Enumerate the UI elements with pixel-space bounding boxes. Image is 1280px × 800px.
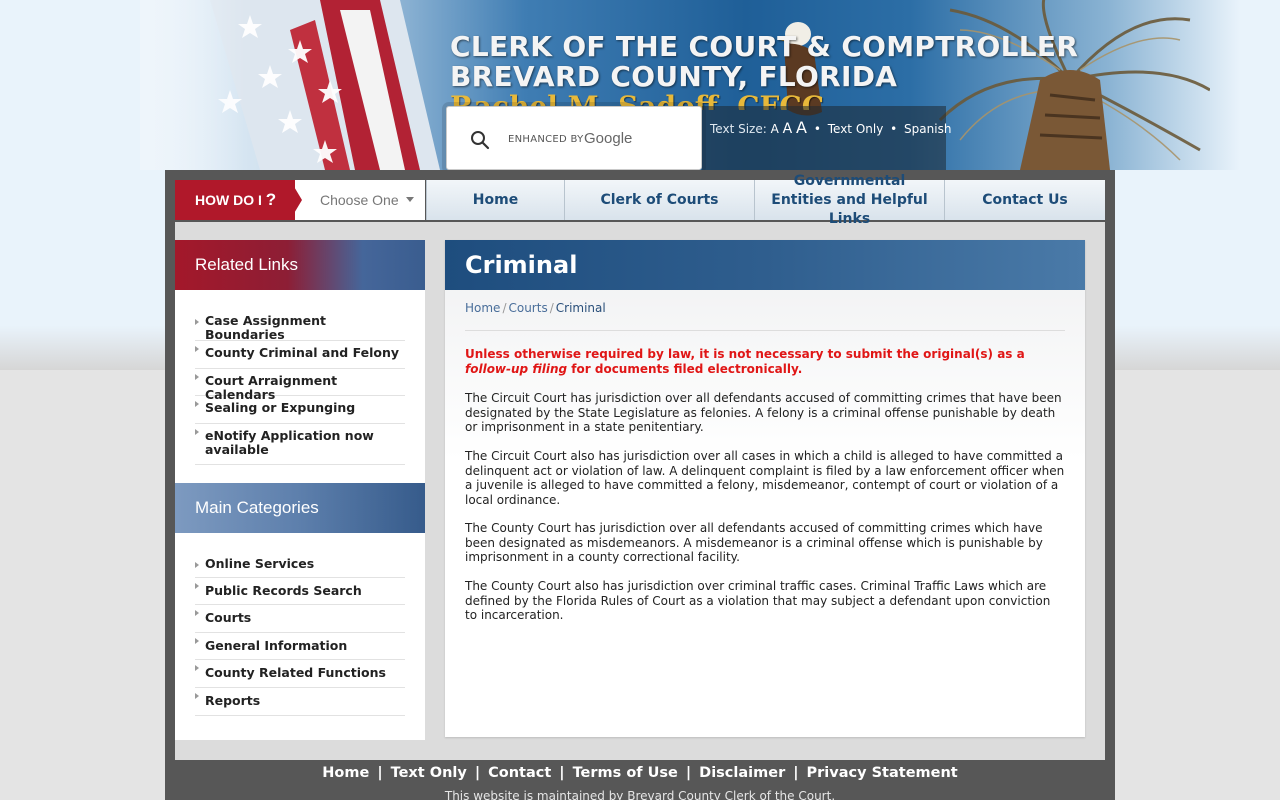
accessibility-toolbar bbox=[702, 106, 946, 170]
related-links-list: Case Assignment Boundaries County Crimin… bbox=[195, 314, 405, 465]
chevron-down-icon[interactable] bbox=[406, 197, 414, 202]
footer-maintained-note: This website is maintained by Brevard Co… bbox=[444, 789, 836, 800]
breadcrumb-home[interactable]: Home bbox=[465, 301, 500, 315]
footer-links: Home | Text Only | Contact | Terms of Use | Disc… bbox=[175, 765, 1105, 781]
spanish-link[interactable]: Spanish bbox=[904, 122, 951, 136]
text-size-label: Text Size: bbox=[710, 122, 767, 136]
nav-clerk-of-courts[interactable]: Clerk of Courts bbox=[564, 180, 754, 220]
main-categories-heading: Main Categories bbox=[175, 483, 425, 533]
sidebar-item-public-records-search[interactable]: Public Records Search bbox=[195, 578, 405, 605]
notice-text-2: for documents filed electronically. bbox=[567, 361, 803, 376]
related-links-heading: Related Links bbox=[175, 240, 425, 290]
nav-home[interactable]: Home bbox=[426, 180, 564, 220]
footer-separator: | bbox=[559, 765, 565, 781]
sidebar-item-court-arraignment-calendars[interactable]: Court Arraignment Calendars bbox=[195, 369, 405, 402]
sidebar-item-sealing-expunging[interactable]: Sealing or Expunging bbox=[195, 396, 405, 424]
sidebar-item-case-assignment-boundaries[interactable]: Case Assignment Boundaries bbox=[195, 314, 405, 342]
content-paragraph-1: The Circuit Court has jurisdiction over … bbox=[465, 391, 1062, 434]
footer-separator: | bbox=[474, 765, 481, 781]
how-do-i-question-mark: ? bbox=[265, 190, 277, 209]
google-logo-text: Google bbox=[584, 130, 633, 147]
notice-text-1: Unless otherwise required by law, it is … bbox=[465, 347, 1025, 361]
content-paragraph-2: The Circuit Court also has jurisdiction … bbox=[465, 449, 1065, 507]
footer-disclaimer-link[interactable]: Disclaimer bbox=[699, 765, 785, 781]
sidebar-item-online-services[interactable]: Online Services bbox=[195, 557, 405, 578]
content-divider bbox=[465, 330, 1065, 331]
sidebar-item-county-criminal-felony[interactable]: County Criminal and Felony bbox=[195, 341, 405, 369]
content-paragraph-4: The County Court also has jurisdiction o… bbox=[465, 579, 1051, 622]
text-size-large-link[interactable]: A bbox=[796, 118, 807, 137]
sidebar-item-reports[interactable]: Reports bbox=[195, 688, 405, 716]
how-do-i-text: HOW DO I bbox=[195, 192, 262, 208]
american-flag-image bbox=[140, 0, 440, 170]
footer-home-link[interactable]: Home bbox=[322, 765, 369, 781]
breadcrumb-separator: / bbox=[549, 301, 554, 315]
sidebar-item-enotify-application[interactable]: eNotify Application now available bbox=[195, 424, 405, 465]
sidebar-item-courts[interactable]: Courts bbox=[195, 605, 405, 633]
site-title-line1: CLERK OF THE COURT & COMPTROLLER bbox=[450, 30, 1079, 63]
text-only-link[interactable]: Text Only bbox=[828, 122, 884, 136]
nav-contact-us[interactable]: Contact Us bbox=[944, 180, 1105, 220]
breadcrumb-separator: / bbox=[502, 301, 507, 315]
main-categories-list: Online Services Public Records Search Co… bbox=[195, 557, 405, 716]
sidebar-item-general-information[interactable]: General Information bbox=[195, 633, 405, 660]
accessibility-tools: Text Size: A A A • Text Only • Spanish bbox=[710, 118, 951, 137]
how-do-i-select-value[interactable]: Choose One bbox=[320, 192, 399, 208]
breadcrumb-courts[interactable]: Courts bbox=[508, 301, 547, 315]
footer-text-only-link[interactable]: Text Only bbox=[391, 765, 467, 781]
footer-terms-link[interactable]: Terms of Use bbox=[573, 765, 678, 781]
footer-contact-link[interactable]: Contact bbox=[488, 765, 551, 781]
footer-separator: | bbox=[685, 765, 692, 781]
footer-privacy-link[interactable]: Privacy Statement bbox=[807, 765, 958, 781]
footer-separator: | bbox=[793, 765, 799, 781]
notice-text-italic: follow-up filing bbox=[465, 361, 568, 376]
how-do-i-arrow bbox=[290, 180, 302, 220]
search-icon[interactable] bbox=[470, 130, 490, 150]
sidebar-item-county-related-functions[interactable]: County Related Functions bbox=[195, 660, 405, 688]
breadcrumb-current: Criminal bbox=[555, 301, 606, 315]
separator-dot: • bbox=[813, 122, 821, 136]
site-title-line2: BREVARD COUNTY, FLORIDA bbox=[450, 60, 898, 93]
palm-tree-image bbox=[938, 0, 1210, 170]
text-size-small-link[interactable]: A bbox=[771, 122, 779, 136]
efiling-notice: Unless otherwise required by law, it is … bbox=[465, 347, 1065, 376]
text-size-medium-link[interactable]: A bbox=[783, 121, 793, 137]
breadcrumb: Home / Courts / Criminal bbox=[465, 301, 606, 315]
page-title: Criminal bbox=[445, 240, 1085, 290]
enhanced-by-label: ENHANCED BY bbox=[508, 134, 584, 145]
footer-separator: | bbox=[377, 765, 383, 781]
how-do-i-label: HOW DO I ? bbox=[175, 180, 295, 220]
nav-governmental-entities[interactable]: Governmental Entities and Helpful Links bbox=[754, 173, 944, 227]
separator-dot: • bbox=[890, 122, 898, 136]
content-paragraph-3: The County Court has jurisdiction over a… bbox=[465, 521, 1043, 564]
